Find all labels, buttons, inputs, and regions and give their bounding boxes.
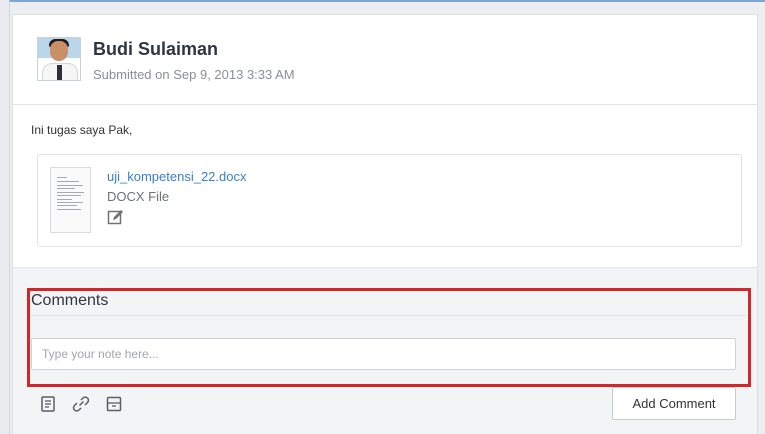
comments-divider <box>27 315 747 316</box>
attachment-file-type: DOCX File <box>107 189 170 204</box>
document-thumbnail[interactable] <box>50 167 91 233</box>
submission-header: Budi Sulaiman Submitted on Sep 9, 2013 3… <box>13 15 757 105</box>
author-name[interactable]: Budi Sulaiman <box>93 39 218 60</box>
avatar[interactable] <box>37 37 81 81</box>
submission-card: Budi Sulaiman Submitted on Sep 9, 2013 3… <box>12 14 758 434</box>
attachment-file-name[interactable]: uji_kompetensi_22.docx <box>107 169 246 184</box>
submitted-timestamp: Submitted on Sep 9, 2013 3:33 AM <box>93 67 295 82</box>
save-icon[interactable] <box>104 394 124 414</box>
comment-input[interactable] <box>31 338 736 370</box>
edit-icon[interactable] <box>107 209 124 226</box>
note-icon[interactable] <box>38 394 58 414</box>
submission-message: Ini tugas saya Pak, <box>31 123 133 137</box>
comments-title: Comments <box>31 292 109 309</box>
attachment-card[interactable]: uji_kompetensi_22.docx DOCX File <box>37 154 742 247</box>
link-icon[interactable] <box>71 394 91 414</box>
add-comment-button[interactable]: Add Comment <box>612 387 736 420</box>
comments-section: Comments Add Comment <box>13 267 757 434</box>
